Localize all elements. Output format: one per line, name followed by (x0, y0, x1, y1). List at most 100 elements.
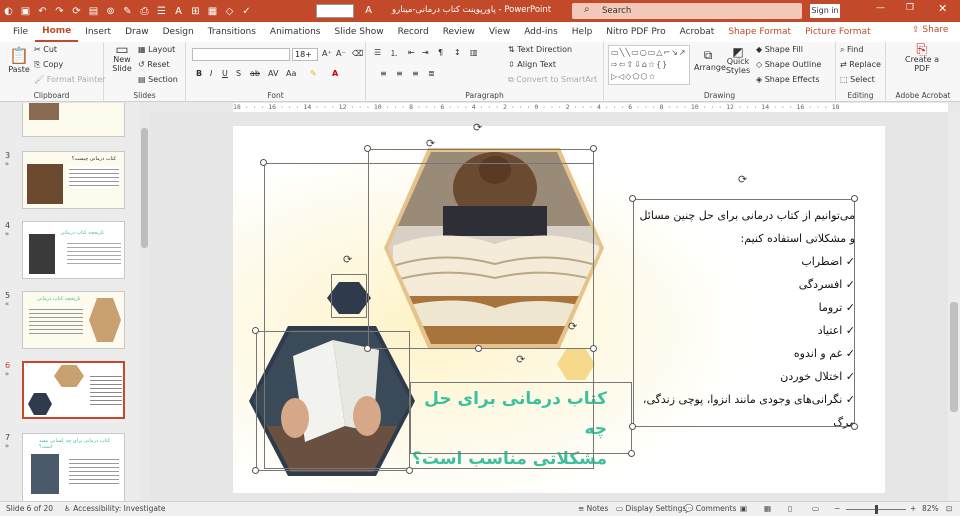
font-color-button-icon[interactable]: A (332, 69, 338, 78)
rotate-handle-icon[interactable]: ⟳ (426, 137, 435, 150)
selection-handle[interactable] (252, 467, 259, 474)
thumbnail-2-partial[interactable] (22, 103, 125, 137)
smartart-button[interactable]: ⧉ Convert to SmartArt (508, 75, 597, 85)
thumbnail-6-active[interactable] (22, 361, 125, 419)
shadow-icon[interactable]: S (236, 69, 241, 78)
shapes-gallery[interactable]: ▭╲╲▭○▭△⌐↘↗ ⇨⇦⇧⇩⌂☆{} ▷◁◇⬠⬡☆ (608, 45, 690, 85)
picture-icon[interactable]: ▦ (206, 5, 219, 18)
selection-handle[interactable] (406, 467, 413, 474)
vertical-scrollbar[interactable] (948, 112, 960, 501)
tab-design[interactable]: Design (156, 22, 201, 42)
shape-effects-button[interactable]: ◈ Shape Effects (756, 75, 820, 84)
section-button[interactable]: ▤ Section (138, 75, 178, 84)
format-painter-button[interactable]: 🖌 Format Painter (34, 75, 105, 84)
thumbnail-7[interactable]: کتاب درمانی برای چه کسانی مفید است؟ (22, 433, 125, 501)
repeat-icon[interactable]: ⟳ (70, 5, 83, 18)
fit-slide-icon[interactable]: ⊡ (946, 504, 952, 513)
selection-handle[interactable] (851, 195, 858, 202)
vertical-scroll-thumb[interactable] (950, 302, 958, 412)
tab-help[interactable]: Help (565, 22, 600, 42)
zoom-slider-thumb[interactable] (875, 505, 878, 514)
tab-file[interactable]: File (6, 22, 35, 42)
search-box[interactable]: ⌕ Search (572, 3, 802, 19)
bullet-icon[interactable]: ☰ (155, 5, 168, 18)
selection-handle[interactable] (590, 145, 597, 152)
font-size-box[interactable] (316, 4, 354, 18)
zoom-in-icon[interactable]: + (910, 504, 916, 513)
tab-review[interactable]: Review (436, 22, 482, 42)
thumbnail-4[interactable]: تاریخچه کتاب درمانی (22, 221, 125, 279)
restore-icon[interactable]: ❐ (906, 3, 914, 13)
selection-handle[interactable] (364, 145, 371, 152)
align-right-icon[interactable]: ≡ (412, 69, 419, 78)
copy-button[interactable]: ⎘ Copy (34, 60, 63, 70)
present-icon[interactable]: ⊚ (104, 5, 117, 18)
columns-icon[interactable]: ▥ (470, 48, 478, 57)
selection-handle[interactable] (475, 345, 482, 352)
shapes-icon[interactable]: ◇ (223, 5, 236, 18)
replace-button[interactable]: ⇄ Replace (840, 60, 881, 69)
rotate-handle-icon[interactable]: ⟳ (516, 353, 525, 366)
font-name-box[interactable] (192, 48, 290, 61)
font-size-field[interactable]: 18+ (292, 48, 318, 61)
selection-box-text[interactable] (633, 199, 855, 427)
draw-icon[interactable]: ✎ (121, 5, 134, 18)
slide-sorter-icon[interactable]: ▦ (764, 504, 771, 513)
tab-add-ins[interactable]: Add-ins (517, 22, 565, 42)
tab-slide-show[interactable]: Slide Show (327, 22, 390, 42)
paste-button[interactable]: 📋 Paste (8, 46, 30, 74)
selection-handle[interactable] (629, 423, 636, 430)
zoom-out-icon[interactable]: − (834, 504, 840, 513)
italic-icon[interactable]: I (210, 69, 212, 78)
thumbnail-5[interactable]: تاریخچه کتاب درمانی (22, 291, 125, 349)
select-button[interactable]: ⬚ Select (840, 75, 875, 84)
accessibility-status[interactable]: ♿ Accessibility: Investigate (64, 504, 166, 513)
text-icon[interactable]: A (172, 5, 185, 18)
rotate-handle-icon[interactable]: ⟳ (343, 253, 352, 266)
reading-view-icon[interactable]: ▯ (788, 504, 792, 513)
start-presentation-icon[interactable]: ▤ (87, 5, 100, 18)
selection-box-group[interactable] (264, 163, 594, 469)
underline-icon[interactable]: U (222, 69, 228, 78)
rotate-handle-icon[interactable]: ⟳ (568, 320, 577, 333)
save-icon[interactable]: ▣ (19, 5, 32, 18)
bullets-icon[interactable]: ☰ (374, 48, 381, 57)
undo-icon[interactable]: ↶ (36, 5, 49, 18)
thumbnails-scroll-thumb[interactable] (141, 128, 148, 248)
find-button[interactable]: ⌕ Find (840, 45, 863, 55)
create-pdf-button[interactable]: ⎘ Create a PDF (904, 43, 940, 73)
shrink-font-icon[interactable]: A⁻ (336, 49, 346, 58)
print-icon[interactable]: ⎙ (138, 5, 151, 18)
tab-home[interactable]: Home (35, 22, 79, 42)
selection-handle[interactable] (260, 159, 267, 166)
selection-handle[interactable] (252, 327, 259, 334)
display-settings-button[interactable]: ▭ Display Settings (616, 504, 686, 513)
align-text-button[interactable]: ⇳ Align Text (508, 60, 556, 69)
align-center-icon[interactable]: ≡ (396, 69, 403, 78)
table-icon[interactable]: ⊞ (189, 5, 202, 18)
normal-view-icon[interactable]: ▣ (740, 504, 747, 513)
tab-shape-format[interactable]: Shape Format (721, 22, 798, 42)
comments-button[interactable]: 💬 Comments (684, 504, 736, 513)
rtl-icon[interactable]: ¶ (438, 48, 443, 57)
quick-styles-button[interactable]: ◩ Quick Styles (724, 46, 752, 75)
case-icon[interactable]: Aa (286, 69, 296, 78)
selection-handle[interactable] (590, 345, 597, 352)
tab-nitro[interactable]: Nitro PDF Pro (599, 22, 672, 42)
tab-picture-format[interactable]: Picture Format (798, 22, 878, 42)
tab-insert[interactable]: Insert (78, 22, 118, 42)
text-direction-button[interactable]: ⇅ Text Direction (508, 45, 572, 54)
selection-handle[interactable] (851, 423, 858, 430)
selection-box-small-hex[interactable] (331, 274, 367, 318)
font-color-icon[interactable]: A (362, 4, 375, 17)
sign-in-button[interactable]: Sign in (810, 4, 840, 18)
reset-button[interactable]: ↺ Reset (138, 60, 170, 69)
tab-view[interactable]: View (482, 22, 517, 42)
highlight-icon[interactable]: ✎ (310, 69, 317, 78)
numbering-icon[interactable]: ⒈ (390, 48, 398, 59)
tab-record[interactable]: Record (391, 22, 436, 42)
align-left-icon[interactable]: ≡ (380, 69, 387, 78)
notes-button[interactable]: ≡ Notes (578, 504, 608, 513)
indent-decrease-icon[interactable]: ⇤ (408, 48, 415, 57)
tab-transitions[interactable]: Transitions (201, 22, 263, 42)
